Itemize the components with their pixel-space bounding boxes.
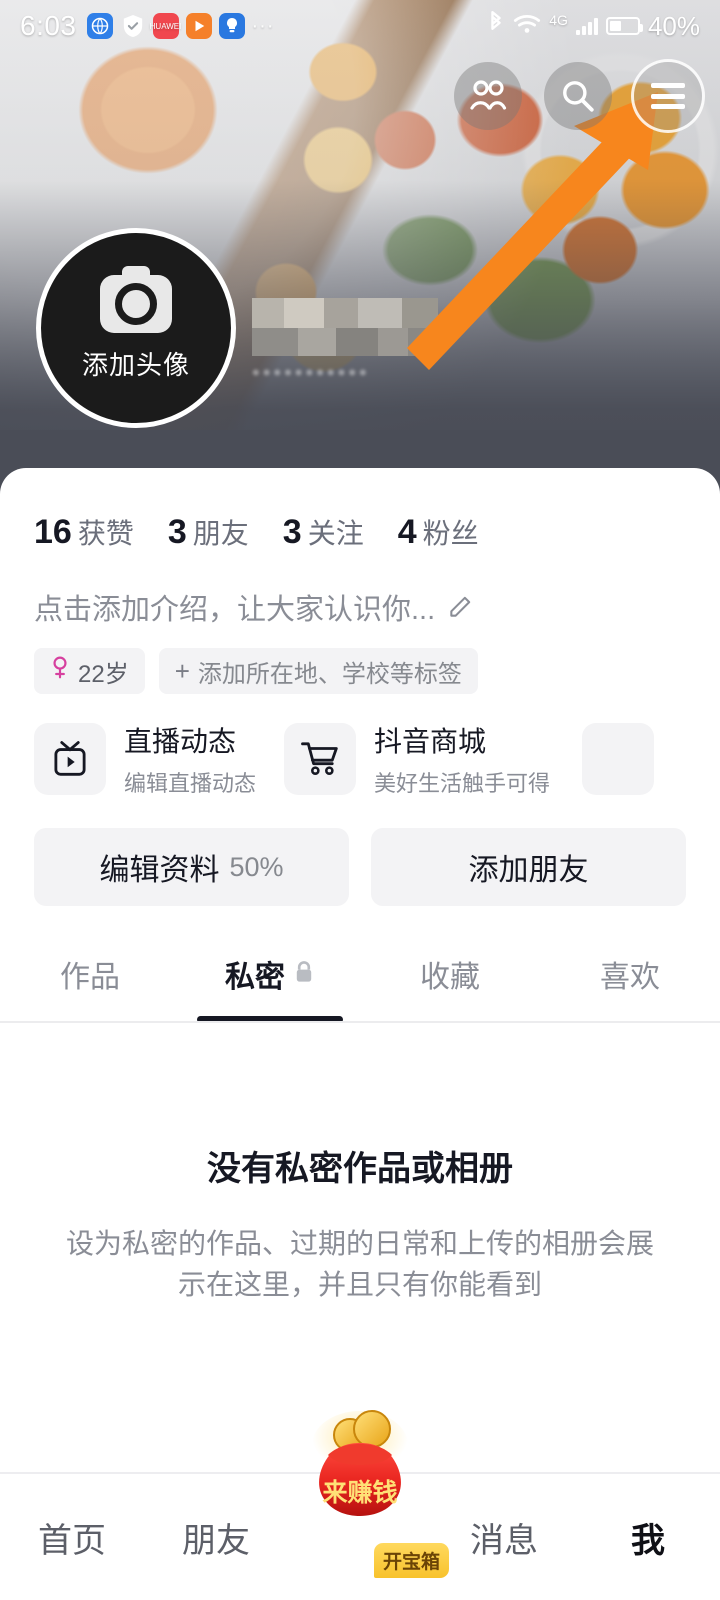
cart-icon — [284, 723, 357, 795]
chip-add-tags[interactable]: + 添加所在地、学校等标签 — [158, 648, 478, 694]
tab-label: 喜欢 — [600, 961, 660, 994]
avatar-label: 添加头像 — [81, 349, 190, 380]
status-bar-time: 6:03 — [20, 10, 77, 41]
search-icon — [560, 78, 596, 114]
pencil-icon — [447, 594, 473, 620]
status-bar-right: 4G 40% — [487, 10, 700, 42]
tab-label: 私密 — [225, 961, 285, 994]
friends-button[interactable] — [454, 62, 522, 130]
entry-card-title: 直播动态 — [124, 726, 237, 757]
empty-state-title: 没有私密作品或相册 — [207, 1150, 513, 1188]
profile-tags: 22岁 + 添加所在地、学校等标签 — [0, 628, 720, 694]
stat-label: 粉丝 — [422, 518, 479, 549]
edit-profile-button[interactable]: 编辑资料 50% — [34, 828, 349, 906]
stat-value: 16 — [34, 513, 72, 551]
header-action-buttons — [454, 62, 702, 130]
entry-card-mall[interactable]: 抖音商城 美好生活触手可得 — [284, 720, 550, 798]
entry-card-title: 抖音商城 — [374, 726, 487, 757]
chip-age[interactable]: 22岁 — [34, 648, 145, 694]
money-bag-label: 来赚钱 — [322, 1478, 397, 1507]
username-masked — [252, 298, 438, 356]
tab-private[interactable]: 私密 — [180, 952, 360, 1023]
tab-label: 收藏 — [420, 961, 480, 994]
huawei-icon: HUAWEI — [150, 13, 181, 39]
nav-item-friends[interactable]: 朋友 — [144, 1513, 288, 1562]
search-button[interactable] — [544, 62, 612, 130]
edit-profile-percent: 50% — [229, 851, 284, 882]
bio-row[interactable]: 点击添加介绍，让大家认识你... — [0, 552, 720, 628]
tv-icon — [34, 723, 106, 795]
stat-label: 获赞 — [77, 518, 134, 549]
signal-bars-icon — [575, 17, 598, 35]
bulb-icon — [218, 13, 245, 39]
camera-icon — [100, 265, 172, 333]
shield-icon — [120, 13, 146, 39]
entry-card-subtitle: 美好生活触手可得 — [374, 771, 551, 796]
stat-value: 4 — [397, 513, 417, 551]
bio-placeholder: 点击添加介绍，让大家认识你... — [34, 594, 436, 626]
add-friend-label: 添加朋友 — [468, 854, 589, 887]
battery-icon — [605, 17, 643, 35]
entry-cards: 直播动态 编辑直播动态 抖音商城 美好生活触手可得 — [0, 694, 720, 798]
avatar[interactable]: 添加头像 — [36, 228, 236, 428]
bottom-navigation: 首页 朋友 来赚钱 开宝箱 消息 我 — [0, 1410, 720, 1600]
edit-profile-label: 编辑资料 — [99, 854, 220, 887]
chip-label: 22岁 — [78, 660, 129, 688]
empty-state: 没有私密作品或相册 设为私密的作品、过期的日常和上传的相册会展示在这里，并且只有… — [0, 1023, 720, 1305]
nav-item-messages[interactable]: 消息 — [432, 1513, 576, 1562]
tab-likes[interactable]: 喜欢 — [540, 952, 720, 1023]
stat-likes[interactable]: 16 获赞 — [34, 512, 134, 552]
tabs-separator — [0, 1021, 720, 1023]
add-friend-button[interactable]: 添加朋友 — [371, 828, 686, 906]
stat-following[interactable]: 3 关注 — [283, 512, 364, 552]
money-bag-icon: 来赚钱 — [312, 1410, 408, 1516]
profile-stats: 16 获赞 3 朋友 3 关注 4 粉丝 — [0, 468, 720, 552]
wifi-icon — [513, 13, 541, 40]
entry-card-next-peek[interactable] — [582, 723, 655, 795]
female-gender-icon — [50, 656, 70, 686]
video-icon — [185, 13, 212, 39]
stat-friends[interactable]: 3 朋友 — [168, 512, 249, 552]
bluetooth-icon — [487, 10, 505, 42]
empty-state-description: 设为私密的作品、过期的日常和上传的相册会展示在这里，并且只有你能看到 — [65, 1228, 654, 1300]
stat-label: 朋友 — [192, 518, 249, 549]
status-bar-more-icon: ··· — [251, 14, 275, 37]
nav-item-home[interactable]: 首页 — [0, 1513, 144, 1562]
status-bar-app-icons: HUAWEI ··· — [86, 13, 275, 39]
stat-value: 3 — [167, 513, 187, 551]
menu-icon — [651, 83, 685, 109]
user-id-masked: ••••••••••• — [252, 360, 370, 385]
profile-tabs: 作品 私密 收藏 喜欢 — [0, 906, 720, 1023]
profile-actions: 编辑资料 50% 添加朋友 — [0, 798, 720, 906]
tab-collections[interactable]: 收藏 — [360, 952, 540, 1023]
plus-icon: + — [174, 656, 190, 686]
globe-icon — [86, 13, 113, 39]
entry-card-live[interactable]: 直播动态 编辑直播动态 — [34, 720, 256, 798]
stat-followers[interactable]: 4 粉丝 — [398, 512, 479, 552]
menu-button[interactable] — [634, 62, 702, 130]
nav-item-me[interactable]: 我 — [576, 1513, 720, 1562]
battery-percent-label: 40% — [647, 10, 700, 41]
status-bar: 6:03 HUAWEI ··· 4G 40% — [0, 0, 720, 52]
chip-label: 添加所在地、学校等标签 — [197, 660, 462, 688]
stat-value: 3 — [282, 513, 302, 551]
friends-icon — [468, 79, 508, 113]
network-type-label: 4G — [549, 12, 568, 28]
lock-icon — [293, 960, 315, 989]
tab-works[interactable]: 作品 — [0, 952, 180, 1023]
stat-label: 关注 — [307, 518, 364, 549]
tab-label: 作品 — [60, 961, 120, 994]
entry-card-subtitle: 编辑直播动态 — [124, 771, 257, 796]
